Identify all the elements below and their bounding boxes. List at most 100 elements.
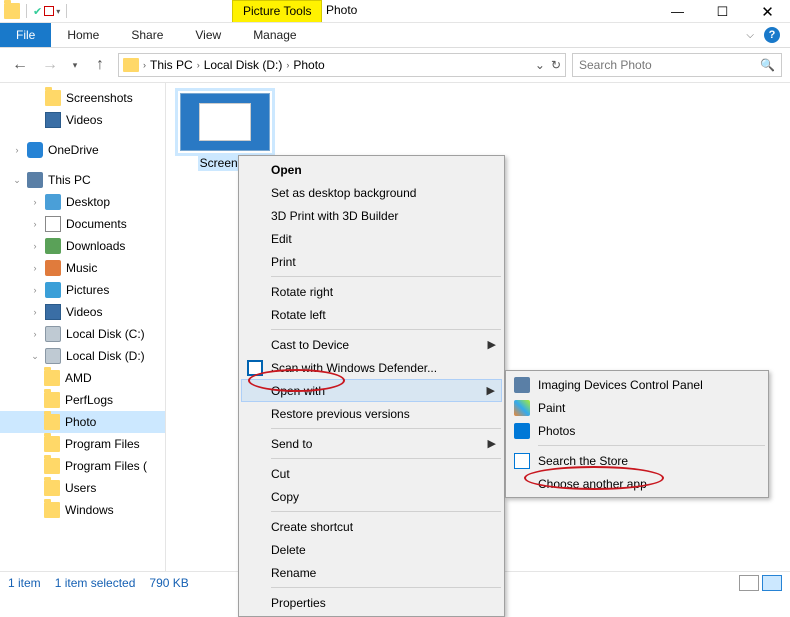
submenu-photos[interactable]: Photos [508,419,766,442]
submenu-imaging[interactable]: Imaging Devices Control Panel [508,373,766,396]
sidebar-item-users[interactable]: Users [0,477,165,499]
open-with-submenu: Imaging Devices Control Panel Paint Phot… [505,370,769,498]
chevron-right-icon: ▶ [487,384,495,397]
sidebar-item-downloads[interactable]: ›Downloads [0,235,165,257]
sidebar-item-programfiles[interactable]: Program Files [0,433,165,455]
sidebar-item-videos[interactable]: ›Videos [0,109,165,131]
documents-icon [45,216,61,232]
menu-delete[interactable]: Delete [241,538,502,561]
navigation-bar: ← → ▾ ↑ › This PC› Local Disk (D:)› Phot… [0,48,790,82]
search-icon: 🔍 [760,58,775,72]
sidebar-item-documents[interactable]: ›Documents [0,213,165,235]
imaging-icon [514,377,530,393]
sidebar-item-disk-c[interactable]: ›Local Disk (C:) [0,323,165,345]
sidebar-item-photo[interactable]: Photo [0,411,165,433]
menu-create-shortcut[interactable]: Create shortcut [241,515,502,538]
sidebar-item-thispc[interactable]: ⌄This PC [0,169,165,191]
menu-rotate-right[interactable]: Rotate right [241,280,502,303]
folder-icon [44,370,60,386]
tab-file[interactable]: File [0,23,51,47]
menu-set-background[interactable]: Set as desktop background [241,181,502,204]
sidebar-item-perflogs[interactable]: PerfLogs [0,389,165,411]
menu-defender[interactable]: Scan with Windows Defender... [241,356,502,379]
search-input[interactable]: Search Photo 🔍 [572,53,782,77]
sidebar-item-desktop[interactable]: ›Desktop [0,191,165,213]
onedrive-icon [27,142,43,158]
qat-check-icon[interactable]: ✔ [33,5,42,18]
folder-icon [44,458,60,474]
minimize-button[interactable]: — [655,0,700,23]
menu-rotate-left[interactable]: Rotate left [241,303,502,326]
music-icon [45,260,61,276]
sidebar-item-onedrive[interactable]: ›OneDrive [0,139,165,161]
menu-open[interactable]: Open [241,158,502,181]
menu-edit[interactable]: Edit [241,227,502,250]
chevron-right-icon: ▶ [488,437,496,450]
help-icon[interactable]: ? [764,27,780,43]
menu-send-to[interactable]: Send to▶ [241,432,502,455]
sidebar-item-videos[interactable]: ›Videos [0,301,165,323]
window-title: Photo [326,3,357,17]
tab-view[interactable]: View [179,23,237,47]
menu-cast[interactable]: Cast to Device▶ [241,333,502,356]
folder-icon [44,502,60,518]
qat-dropdown-icon[interactable]: ▾ [56,7,60,16]
tab-manage[interactable]: Manage [237,23,312,47]
disk-icon [45,326,61,342]
breadcrumb-segment[interactable]: Photo [293,58,324,72]
sidebar-item-windows[interactable]: Windows [0,499,165,521]
submenu-store[interactable]: Search the Store [508,449,766,472]
chevron-right-icon: ▶ [488,338,496,351]
photos-icon [514,423,530,439]
view-switcher [739,575,782,591]
file-thumbnail [180,93,270,151]
downloads-icon [45,238,61,254]
navigation-pane: ›Screenshots ›Videos ›OneDrive ⌄This PC … [0,83,166,571]
refresh-icon[interactable]: ↻ [551,58,561,72]
address-bar[interactable]: › This PC› Local Disk (D:)› Photo ⌄ ↻ [118,53,566,77]
menu-3d-print[interactable]: 3D Print with 3D Builder [241,204,502,227]
menu-properties[interactable]: Properties [241,591,502,614]
submenu-choose-app[interactable]: Choose another app [508,472,766,495]
paint-icon [514,400,530,416]
sidebar-item-pictures[interactable]: ›Pictures [0,279,165,301]
context-menu: Open Set as desktop background 3D Print … [238,155,505,617]
forward-button[interactable]: → [38,53,62,77]
folder-icon[interactable] [4,3,20,19]
menu-rename[interactable]: Rename [241,561,502,584]
computer-icon [27,172,43,188]
status-selected-count: 1 item selected [55,576,136,590]
store-icon [514,453,530,469]
menu-open-with[interactable]: Open with▶ [241,379,502,402]
sidebar-item-disk-d[interactable]: ⌄Local Disk (D:) [0,345,165,367]
breadcrumb-segment[interactable]: Local Disk (D:)› [204,58,290,72]
tab-home[interactable]: Home [51,23,115,47]
menu-print[interactable]: Print [241,250,502,273]
maximize-button[interactable]: ☐ [700,0,745,23]
thumbnails-view-button[interactable] [762,575,782,591]
history-dropdown-icon[interactable]: ▾ [68,60,82,71]
submenu-paint[interactable]: Paint [508,396,766,419]
tab-share[interactable]: Share [115,23,179,47]
close-button[interactable]: ✕ [745,0,790,23]
menu-copy[interactable]: Copy [241,485,502,508]
folder-icon [44,480,60,496]
qat-properties-icon[interactable] [44,6,54,16]
details-view-button[interactable] [739,575,759,591]
sidebar-item-music[interactable]: ›Music [0,257,165,279]
status-item-count: 1 item [8,576,41,590]
folder-icon [123,58,139,72]
sidebar-item-amd[interactable]: AMD [0,367,165,389]
breadcrumb-segment[interactable]: This PC› [150,58,200,72]
sidebar-item-screenshots[interactable]: ›Screenshots [0,87,165,109]
folder-icon [45,90,61,106]
address-dropdown-icon[interactable]: ⌄ [535,58,545,72]
back-button[interactable]: ← [8,53,32,77]
ribbon-collapse-icon[interactable]: ⌵ [746,30,754,41]
menu-cut[interactable]: Cut [241,462,502,485]
search-placeholder: Search Photo [579,58,652,72]
videos-icon [45,112,61,128]
sidebar-item-programfilesx86[interactable]: Program Files ( [0,455,165,477]
menu-restore-versions[interactable]: Restore previous versions [241,402,502,425]
up-button[interactable]: ↑ [88,56,112,74]
